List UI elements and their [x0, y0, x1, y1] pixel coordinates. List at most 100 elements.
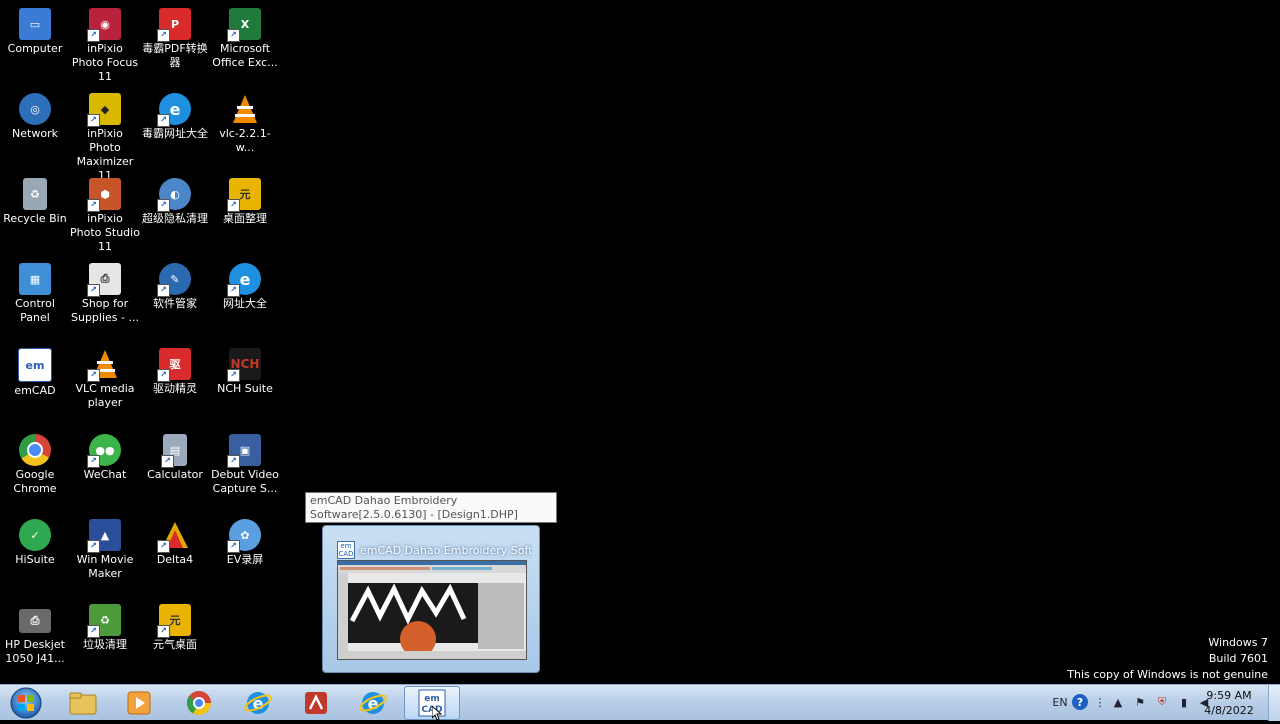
desktop-icon-sites[interactable]: e ↗ 网址大全	[210, 258, 280, 340]
desktop-icon-inpixio-focus[interactable]: ◉ ↗ inPixio Photo Focus 11	[70, 3, 140, 85]
wechat-icon: ●● ↗	[87, 434, 121, 468]
taskbar-ie-button[interactable]: e	[230, 686, 286, 720]
tooltip-text: emCAD Dahao Embroidery Software[2.5.0.61…	[310, 494, 518, 521]
shortcut-arrow-icon: ↗	[227, 540, 240, 553]
action-center-flag-icon[interactable]: ⚑	[1132, 694, 1148, 710]
shortcut-arrow-icon: ↗	[227, 29, 240, 42]
desktop-icon-inpixio-studio[interactable]: ⬢ ↗ inPixio Photo Studio 11	[70, 173, 140, 255]
shortcut-arrow-icon: ↗	[157, 199, 170, 212]
desktop-icon-label: 驱动精灵	[153, 382, 197, 395]
desktop-icon-vlc-installer[interactable]: vlc-2.2.1-w...	[210, 88, 280, 170]
desktop-icon-wechat[interactable]: ●● ↗ WeChat	[70, 429, 140, 511]
clock-date: 4/8/2022	[1204, 704, 1254, 717]
security-icon[interactable]: ⛨	[1154, 694, 1170, 710]
desktop-icon-network[interactable]: ◎ Network	[0, 88, 70, 170]
desktop-icon-desktop-organize[interactable]: 元 ↗ 桌面整理	[210, 173, 280, 255]
taskbar-kingsoft-button[interactable]	[288, 686, 344, 720]
desktop-icon-cleaner[interactable]: ♻ ↗ 垃圾清理	[70, 599, 140, 681]
shortcut-arrow-icon: ↗	[157, 284, 170, 297]
desktop-icon-yuanqi[interactable]: 元 ↗ 元气桌面	[140, 599, 210, 681]
debut-icon: ▣ ↗	[227, 434, 261, 468]
taskbar-explorer-button[interactable]	[55, 686, 111, 720]
desktop-icon-computer[interactable]: ▭ Computer	[0, 3, 70, 85]
language-indicator[interactable]: EN	[1049, 694, 1071, 710]
desktop-icon-driver[interactable]: 驱 ↗ 驱动精灵	[140, 343, 210, 425]
network-signal-icon[interactable]: ▮	[1176, 694, 1192, 710]
pdf-converter-icon: P ↗	[157, 8, 191, 42]
show-hidden-icons-icon[interactable]: ▲	[1110, 694, 1126, 710]
clock-time: 9:59 AM	[1206, 689, 1252, 702]
ev-recorder-icon: ✿ ↗	[227, 519, 261, 553]
desktop-icon-label: Microsoft Office Exc...	[212, 42, 278, 69]
desktop-icon-calculator[interactable]: ▤ ↗ Calculator	[140, 429, 210, 511]
shortcut-arrow-icon: ↗	[161, 455, 174, 468]
desktop-icon-label: 超级隐私清理	[142, 212, 208, 225]
ime-options-icon[interactable]: ⋮	[1092, 694, 1108, 710]
ie-icon: e	[244, 692, 272, 714]
desktop-icon-debut[interactable]: ▣ ↗ Debut Video Capture S...	[210, 429, 280, 511]
taskbar-ie2-button[interactable]: e	[345, 686, 401, 720]
desktop-icon-ev-recorder[interactable]: ✿ ↗ EV录屏	[210, 514, 280, 596]
desktop-icon-label: Win Movie Maker	[76, 553, 134, 580]
excel-icon: X ↗	[227, 8, 261, 42]
taskbar-thumbnail-preview[interactable]: em CAD emCAD Dahao Embroidery Soft...	[322, 525, 540, 673]
desktop-icon-shop-supplies[interactable]: ⎙ ↗ Shop for Supplies - ...	[70, 258, 140, 340]
start-button[interactable]	[6, 686, 46, 720]
show-desktop-button[interactable]	[1268, 685, 1280, 721]
thumbnail-title: emCAD Dahao Embroidery Soft...	[360, 543, 532, 557]
desktop-icon-label: vlc-2.2.1-w...	[219, 127, 271, 154]
desktop-icon-nch[interactable]: NCH ↗ NCH Suite	[210, 343, 280, 425]
desktop-icon-hp-deskjet[interactable]: ⎙ HP Deskjet 1050 J41...	[0, 599, 70, 681]
desktop-icon-emcad[interactable]: em emCAD	[0, 343, 70, 425]
desktop-icon-privacy-clean[interactable]: ◐ ↗ 超级隐私清理	[140, 173, 210, 255]
hisuite-icon: ✓	[19, 519, 51, 551]
desktop-icon-vlc[interactable]: ↗ VLC media player	[70, 343, 140, 425]
inpixio-focus-icon: ◉ ↗	[87, 8, 121, 42]
desktop-icon-label: EV录屏	[226, 553, 264, 566]
kingsoft-icon	[305, 692, 327, 714]
desktop-icon-label: HiSuite	[15, 553, 55, 566]
ie-icon: e ↗	[227, 263, 261, 297]
inpixio-studio-icon: ⬢ ↗	[87, 178, 121, 212]
privacy-clean-icon: ◐ ↗	[157, 178, 191, 212]
system-clock[interactable]: 9:59 AM 4/8/2022	[1196, 688, 1262, 718]
desktop-icon-label: Delta4	[156, 553, 194, 566]
help-icon[interactable]: ?	[1072, 694, 1088, 710]
shortcut-arrow-icon: ↗	[157, 114, 170, 127]
desktop-icon-inpixio-maximizer[interactable]: ◆ ↗ inPixio Photo Maximizer 11	[70, 88, 140, 182]
desktop-icon-movie-maker[interactable]: ▲ ↗ Win Movie Maker	[70, 514, 140, 596]
shortcut-arrow-icon: ↗	[227, 284, 240, 297]
nch-icon: NCH ↗	[227, 348, 261, 382]
windows-logo-icon	[10, 687, 42, 719]
desktop-icon-control-panel[interactable]: ▦ Control Panel	[0, 258, 70, 340]
desktop-icon-duba-sites[interactable]: e ↗ 毒霸网址大全	[140, 88, 210, 170]
shortcut-arrow-icon: ↗	[87, 114, 100, 127]
folder-icon	[69, 692, 97, 715]
shortcut-arrow-icon: ↗	[87, 29, 100, 42]
shortcut-arrow-icon: ↗	[87, 455, 100, 468]
computer-icon: ▭	[19, 8, 51, 40]
watermark-line: Build 7601	[1208, 652, 1268, 665]
vlc-icon	[229, 93, 261, 125]
media-player-icon	[127, 691, 151, 715]
desktop-icon-excel[interactable]: X ↗ Microsoft Office Exc...	[210, 3, 280, 85]
desktop-icon-recycle-bin[interactable]: ♻ Recycle Bin	[0, 173, 70, 255]
desktop-icon-label: 毒霸网址大全	[142, 127, 208, 140]
desktop-organize-icon: 元 ↗	[227, 178, 261, 212]
desktop-icon-delta4[interactable]: ↗ Delta4	[140, 514, 210, 596]
shortcut-arrow-icon: ↗	[157, 369, 170, 382]
taskbar-chrome-button[interactable]	[171, 686, 227, 720]
desktop-icon-software-manager[interactable]: ✎ ↗ 软件管家	[140, 258, 210, 340]
delta4-icon: ↗	[157, 519, 191, 553]
desktop-icon-label: Network	[12, 127, 58, 140]
mouse-cursor-icon	[432, 706, 442, 720]
recycle-bin-icon: ♻	[23, 178, 47, 210]
desktop-icon-label: HP Deskjet 1050 J41...	[5, 638, 65, 665]
desktop-icon-chrome[interactable]: Google Chrome	[0, 429, 70, 511]
taskbar-media-button[interactable]	[111, 686, 167, 720]
shortcut-arrow-icon: ↗	[87, 284, 100, 297]
desktop-icon-hisuite[interactable]: ✓ HiSuite	[0, 514, 70, 596]
desktop-icon-pdf-converter[interactable]: P ↗ 毒霸PDF转换器	[140, 3, 210, 85]
shortcut-arrow-icon: ↗	[227, 369, 240, 382]
inpixio-maximizer-icon: ◆ ↗	[87, 93, 121, 127]
